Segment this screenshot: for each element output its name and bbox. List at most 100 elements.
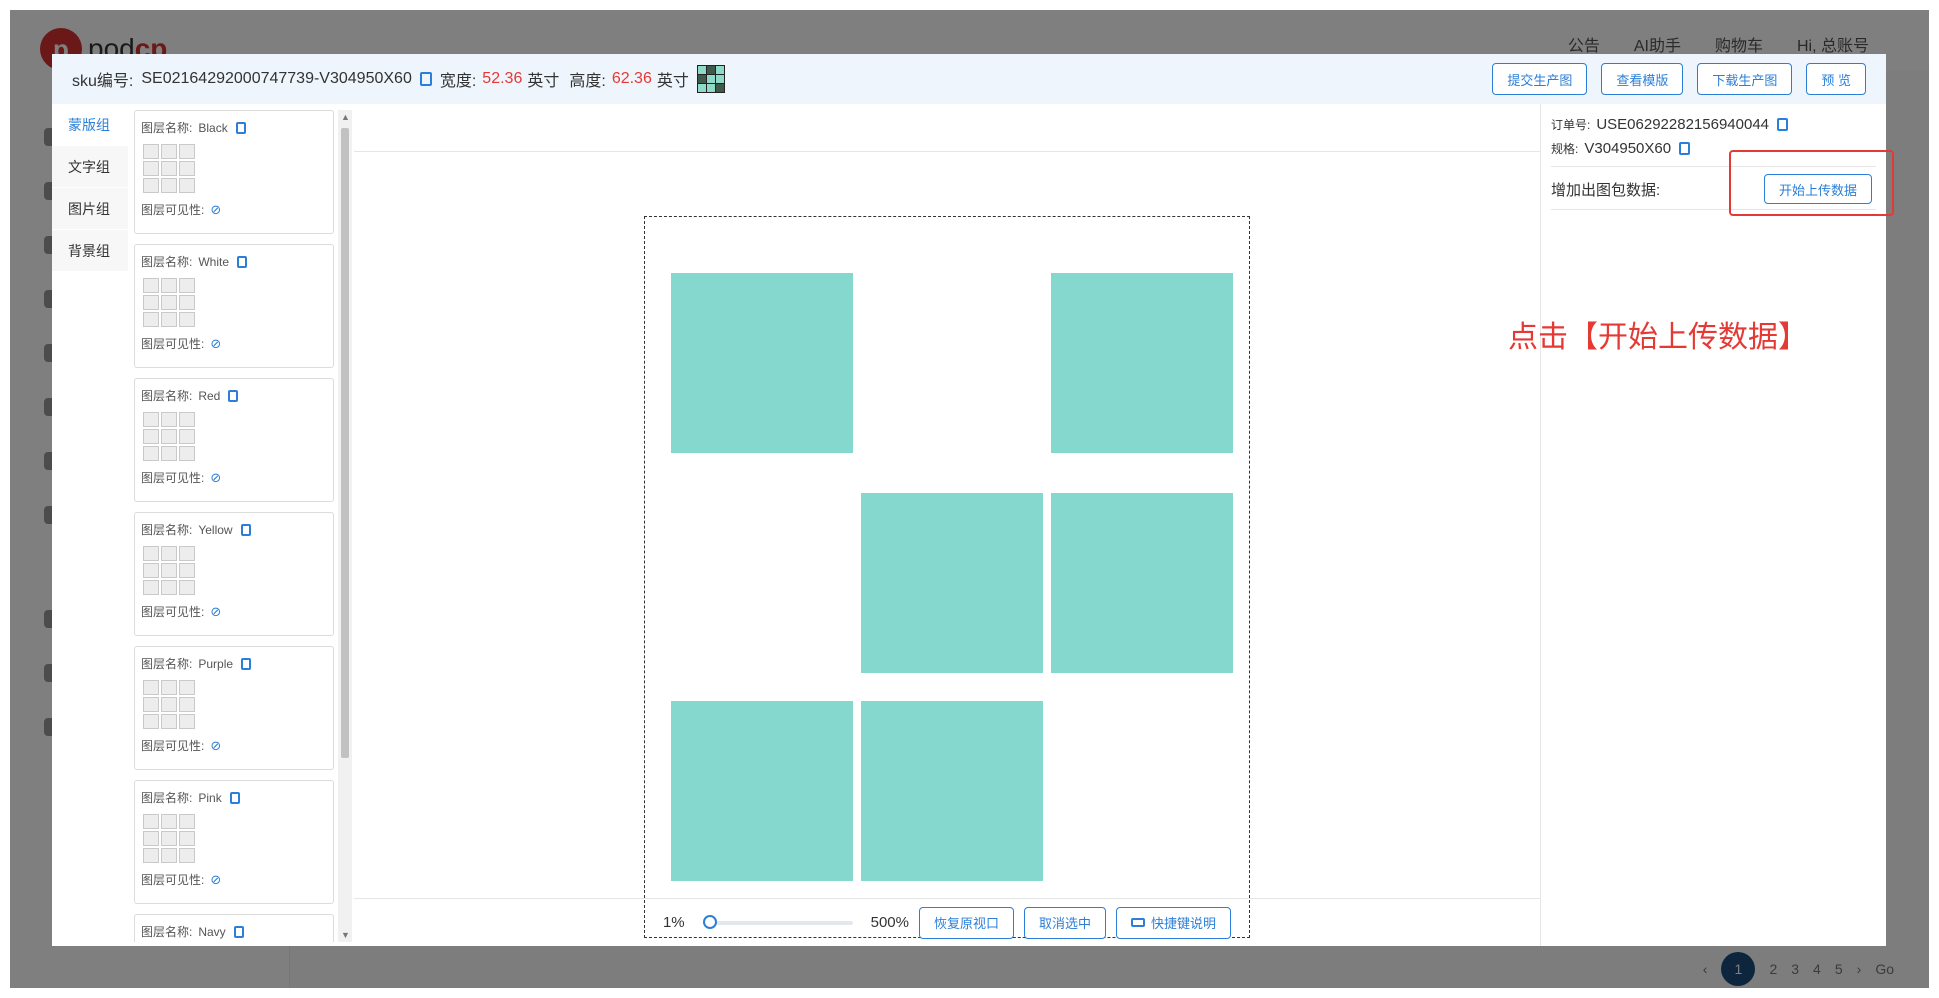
copy-icon[interactable]	[1777, 117, 1789, 131]
layer-name-row: 图层名称: Navy	[141, 923, 327, 940]
submit-production-button[interactable]: 提交生产图	[1492, 63, 1588, 95]
shortcuts-button[interactable]: 快捷键说明	[1116, 906, 1232, 939]
view-template-button[interactable]: 查看模版	[1601, 63, 1684, 95]
zoom-slider[interactable]	[702, 914, 853, 929]
copy-icon[interactable]	[235, 121, 246, 134]
copy-icon[interactable]	[1679, 141, 1691, 155]
canvas-tile[interactable]	[671, 701, 853, 881]
canvas-toolbar	[354, 104, 1540, 152]
preview-button[interactable]: 预 览	[1806, 63, 1866, 95]
eye-slash-icon[interactable]: ⊘	[210, 202, 221, 218]
height-label: 高度:	[569, 73, 606, 90]
height-unit: 英寸	[656, 73, 689, 90]
sku-label: sku编号:	[72, 73, 134, 90]
layer-name-value: White	[198, 254, 230, 269]
layer-thumbnail	[143, 278, 195, 327]
order-number-value: USE06292282156940044	[1596, 115, 1770, 133]
zoom-max-label: 500%	[870, 914, 909, 931]
eye-slash-icon[interactable]: ⊘	[210, 738, 221, 754]
deselect-button[interactable]: 取消选中	[1024, 906, 1107, 939]
layer-name-label: 图层名称:	[141, 657, 193, 671]
scroll-up-arrow[interactable]: ▲	[341, 112, 350, 122]
layer-list-scrollbar[interactable]: ▲ ▼	[338, 110, 352, 942]
zoom-slider-handle[interactable]	[702, 914, 717, 929]
layer-name-value: Black	[198, 120, 228, 135]
width-value: 52.36	[482, 70, 523, 87]
layer-card[interactable]: 图层名称: Red 图层可见性: ⊘	[134, 378, 334, 502]
copy-icon[interactable]	[237, 255, 248, 268]
layer-visibility-row: 图层可见性: ⊘	[141, 871, 327, 888]
layer-visibility-row: 图层可见性: ⊘	[141, 335, 327, 352]
copy-icon[interactable]	[228, 389, 239, 402]
layer-name-label: 图层名称:	[141, 389, 193, 403]
layer-visibility-label: 图层可见性:	[141, 203, 205, 217]
order-number-label: 订单号:	[1551, 117, 1591, 132]
layer-visibility-row: 图层可见性: ⊘	[141, 603, 327, 620]
template-thumbnail-icon[interactable]	[696, 65, 725, 93]
sku-value: SE02164292000747739-V304950X60	[141, 70, 412, 87]
width-label: 宽度:	[439, 73, 477, 90]
canvas-tile[interactable]	[671, 273, 853, 453]
production-modal: sku编号: SE02164292000747739-V304950X60 宽度…	[52, 54, 1886, 946]
spec-value: V304950X60	[1584, 139, 1672, 157]
keyboard-icon	[1131, 918, 1146, 927]
layer-thumbnail	[143, 814, 195, 863]
width-unit: 英寸	[527, 73, 560, 90]
canvas-tile[interactable]	[1051, 493, 1233, 673]
design-canvas[interactable]	[644, 216, 1250, 938]
layer-card[interactable]: 图层名称: White 图层可见性: ⊘	[134, 244, 334, 368]
layer-name-label: 图层名称:	[141, 523, 193, 537]
layer-card[interactable]: 图层名称: Purple 图层可见性: ⊘	[134, 646, 334, 770]
restore-view-button[interactable]: 恢复原视口	[919, 906, 1015, 939]
layer-name-label: 图层名称:	[141, 121, 193, 135]
layer-name-value: Purple	[198, 656, 234, 671]
tab-background-group[interactable]: 背景组	[52, 230, 128, 272]
height-value: 62.36	[611, 70, 652, 87]
group-tabs: 蒙版组 文字组 图片组 背景组	[52, 104, 128, 272]
eye-slash-icon[interactable]: ⊘	[210, 604, 221, 620]
scroll-thumb[interactable]	[341, 128, 349, 758]
layer-visibility-label: 图层可见性:	[141, 471, 205, 485]
canvas-tile[interactable]	[1051, 273, 1233, 453]
layer-name-row: 图层名称: Black	[141, 119, 327, 136]
copy-icon[interactable]	[419, 72, 432, 86]
layer-visibility-row: 图层可见性: ⊘	[141, 201, 327, 218]
canvas-tile[interactable]	[861, 493, 1043, 673]
eye-slash-icon[interactable]: ⊘	[210, 872, 221, 888]
copy-icon[interactable]	[229, 791, 240, 804]
copy-icon[interactable]	[240, 523, 251, 536]
download-production-button[interactable]: 下载生产图	[1697, 63, 1793, 95]
layer-card[interactable]: 图层名称: Pink 图层可见性: ⊘	[134, 780, 334, 904]
layer-name-label: 图层名称:	[141, 791, 193, 805]
tab-text-group[interactable]: 文字组	[52, 146, 128, 188]
canvas-tile[interactable]	[861, 701, 1043, 881]
layer-card[interactable]: 图层名称: Black 图层可见性: ⊘	[134, 110, 334, 234]
layer-name-label: 图层名称:	[141, 925, 193, 939]
layer-name-row: 图层名称: White	[141, 253, 327, 270]
layer-card[interactable]: 图层名称: Yellow 图层可见性: ⊘	[134, 512, 334, 636]
layer-name-value: Yellow	[198, 522, 233, 537]
zoom-min-label: 1%	[662, 914, 685, 931]
copy-icon[interactable]	[241, 657, 252, 670]
annotation-highlight-box	[1729, 150, 1894, 216]
order-panel: 订单号: USE06292282156940044 规格: V304950X60…	[1540, 104, 1886, 946]
layer-name-value: Navy	[198, 924, 226, 939]
tab-image-group[interactable]: 图片组	[52, 188, 128, 230]
spec-label: 规格:	[1551, 141, 1579, 156]
zoom-bar: 1% 500% 恢复原视口 取消选中 快捷键说明	[354, 898, 1540, 946]
eye-slash-icon[interactable]: ⊘	[210, 336, 221, 352]
scroll-down-arrow[interactable]: ▼	[341, 930, 350, 940]
annotation-text: 点击【开始上传数据】	[1508, 321, 1808, 354]
layer-name-row: 图层名称: Pink	[141, 789, 327, 806]
eye-slash-icon[interactable]: ⊘	[210, 470, 221, 486]
layer-visibility-label: 图层可见性:	[141, 873, 205, 887]
layer-name-row: 图层名称: Yellow	[141, 521, 327, 538]
layer-visibility-label: 图层可见性:	[141, 739, 205, 753]
header-actions: 提交生产图 查看模版 下载生产图 预 览	[1492, 63, 1866, 95]
shortcuts-label: 快捷键说明	[1151, 916, 1217, 931]
copy-icon[interactable]	[233, 925, 244, 938]
tab-mask-group[interactable]: 蒙版组	[52, 104, 128, 146]
layer-visibility-label: 图层可见性:	[141, 337, 205, 351]
layer-thumbnail	[143, 144, 195, 193]
layer-card[interactable]: 图层名称:Navy图层可见性:⊘	[134, 914, 334, 942]
